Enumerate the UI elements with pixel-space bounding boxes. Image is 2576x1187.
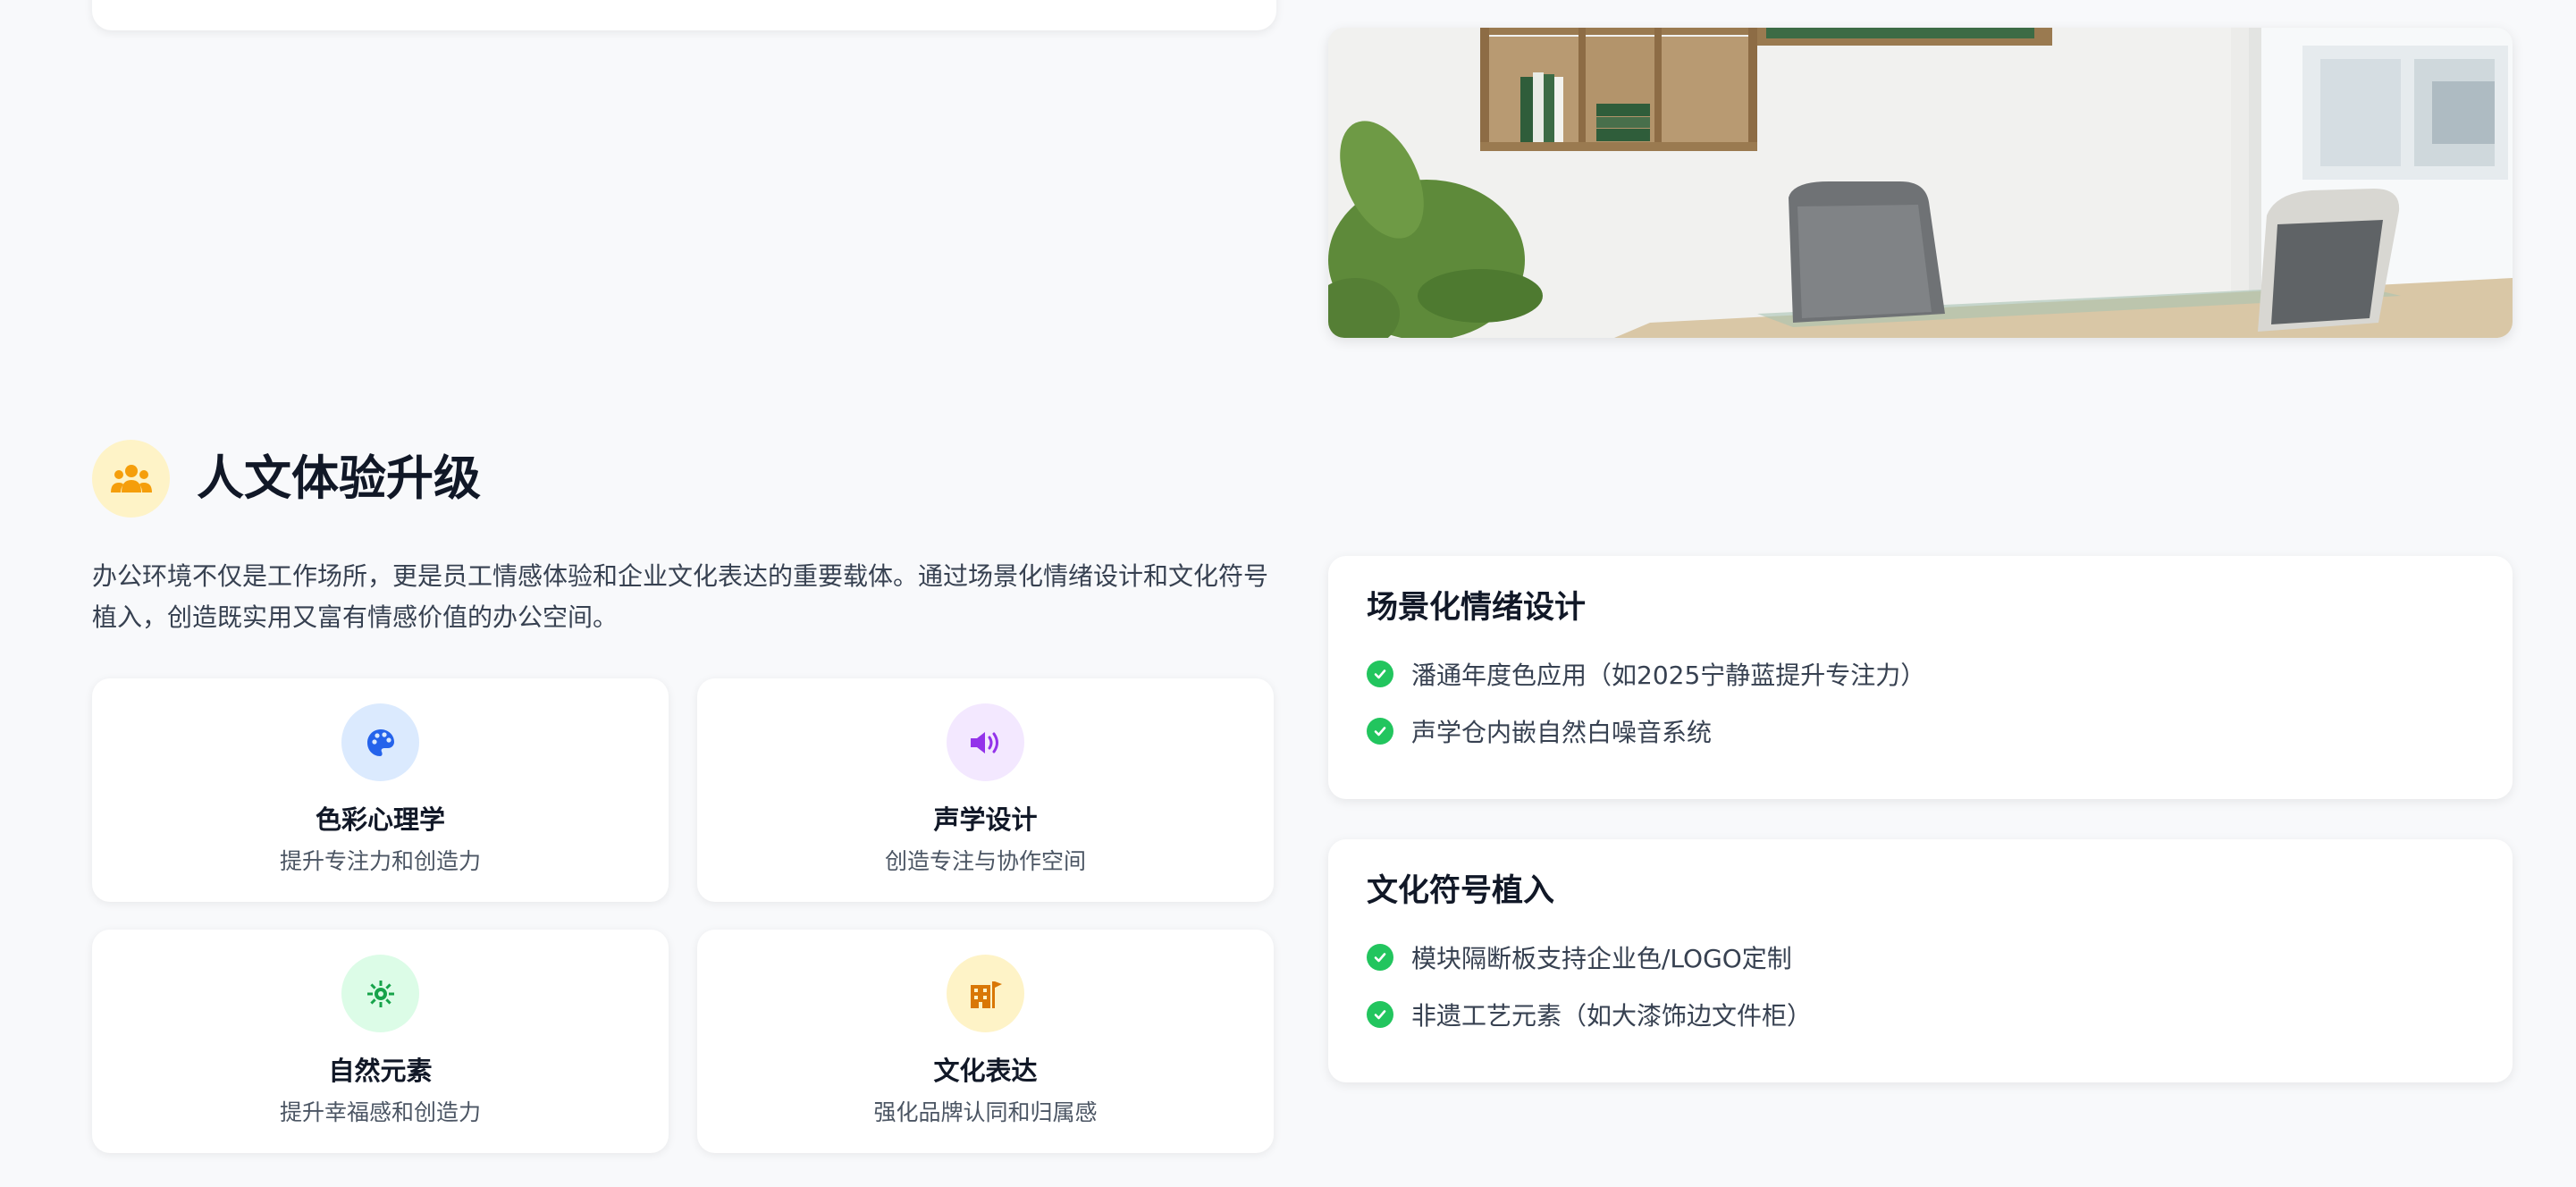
list-item: 潘通年度色应用（如2025宁静蓝提升专注力） [1367,645,1925,703]
list-item-text: 模块隔断板支持企业色/LOGO定制 [1411,944,1792,973]
check-circle-icon [1367,718,1393,745]
check-circle-icon [1367,1001,1393,1028]
list-item: 模块隔断板支持企业色/LOGO定制 [1367,929,1812,986]
feature-title: 文化表达 [933,1056,1038,1086]
list-item: 非遗工艺元素（如大漆饰边文件柜） [1367,986,1812,1043]
users-icon [92,440,170,518]
feature-title: 自然元素 [328,1056,433,1086]
office-room-photo [1328,28,2513,338]
check-circle-icon [1367,944,1393,971]
feature-card-acoustic-design: 声学设计 创造专注与协作空间 [697,678,1274,902]
section-intro: 办公环境不仅是工作场所，更是员工情感体验和企业文化表达的重要载体。通过场景化情绪… [92,561,1269,632]
list-item-text: 声学仓内嵌自然白噪音系统 [1411,718,1713,747]
feature-subtitle: 强化品牌认同和归属感 [873,1099,1098,1125]
panel-emotional-design: 场景化情绪设计 潘通年度色应用（如2025宁静蓝提升专注力） 声学仓内嵌自然白噪… [1328,556,2513,799]
speaker-icon [947,703,1024,781]
list-item: 声学仓内嵌自然白噪音系统 [1367,703,1925,760]
feature-card-culture: 文化表达 强化品牌认同和归属感 [697,930,1274,1153]
list-item-text: 非遗工艺元素（如大漆饰边文件柜） [1411,1001,1813,1031]
feature-card-color-psychology: 色彩心理学 提升专注力和创造力 [92,678,669,902]
feature-subtitle: 提升专注力和创造力 [279,848,481,874]
check-circle-icon [1367,661,1393,687]
panel-title: 场景化情绪设计 [1367,590,1587,626]
sun-leaf-icon [341,955,419,1032]
feature-subtitle: 提升幸福感和创造力 [279,1099,481,1125]
feature-title: 色彩心理学 [315,804,445,835]
panel-list: 潘通年度色应用（如2025宁静蓝提升专注力） 声学仓内嵌自然白噪音系统 [1367,645,1925,760]
feature-card-nature: 自然元素 提升幸福感和创造力 [92,930,669,1153]
list-item-text: 潘通年度色应用（如2025宁静蓝提升专注力） [1411,661,1926,690]
panel-list: 模块隔断板支持企业色/LOGO定制 非遗工艺元素（如大漆饰边文件柜） [1367,929,1812,1043]
feature-subtitle: 创造专注与协作空间 [884,848,1086,874]
section-title: 人文体验升级 [197,451,481,506]
previous-card [92,0,1276,30]
panel-title: 文化符号植入 [1367,873,1555,909]
building-icon [947,955,1024,1032]
feature-title: 声学设计 [933,804,1038,835]
panel-cultural-symbols: 文化符号植入 模块隔断板支持企业色/LOGO定制 非遗工艺元素（如大漆饰边文件柜… [1328,839,2513,1082]
palette-icon [341,703,419,781]
